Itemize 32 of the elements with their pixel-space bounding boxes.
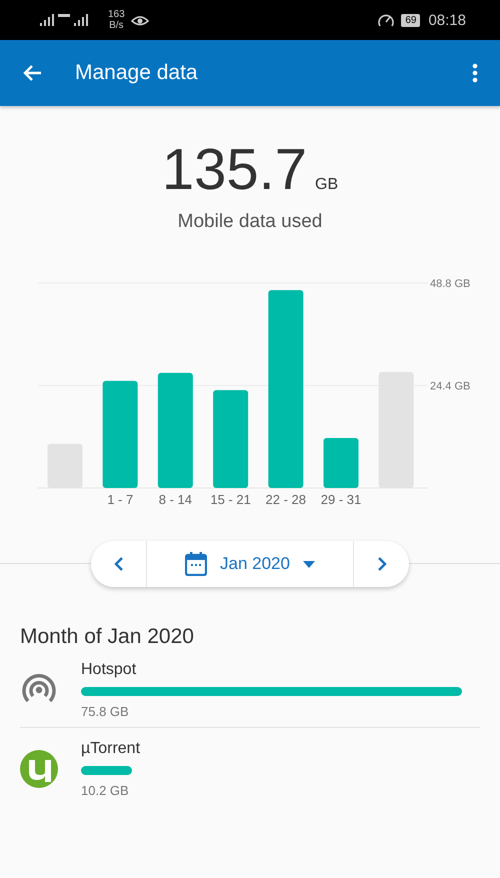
month-dropdown[interactable]: Jan 2020 [146,541,354,587]
overflow-menu-icon[interactable] [472,63,478,83]
x-tick-label: 22 - 28 [266,492,306,507]
x-tick-label: 1 - 7 [107,492,134,507]
total-usage: 135.7 [162,136,308,203]
app-usage: 75.8 GB [81,704,130,719]
chart-bar [324,438,358,488]
chevron-right-icon [376,557,386,571]
app-name: Hotspot [81,661,138,679]
torrent-logo-icon [20,750,58,788]
y-tick-label: 48.8 GB [430,278,470,290]
x-tick-label: 8 - 14 [158,492,192,507]
usage-unit: GB [315,176,338,194]
clock: 08:18 [428,12,466,28]
app-usage: 10.2 GB [81,783,130,798]
section-heading: Month of Jan 2020 [20,625,195,649]
calendar-icon [185,552,208,576]
chevron-left-icon [114,557,124,571]
screen-title: Manage data [75,61,199,85]
usage-bar [81,766,132,775]
battery-level: 69 [401,14,420,26]
x-tick-label: 29 - 31 [320,492,362,507]
speed-unit: B/s [109,20,124,31]
x-tick-label: 15 - 21 [210,492,251,507]
y-tick-label: 24.4 GB [430,380,470,392]
app-name: µTorrent [81,740,142,758]
back-arrow-icon[interactable] [22,64,42,82]
speed-value: 163 [108,9,125,20]
speedometer-icon [377,12,396,28]
dropdown-caret-icon [302,560,315,568]
usage-caption: Mobile data used [176,211,324,233]
eye-icon [130,13,149,27]
